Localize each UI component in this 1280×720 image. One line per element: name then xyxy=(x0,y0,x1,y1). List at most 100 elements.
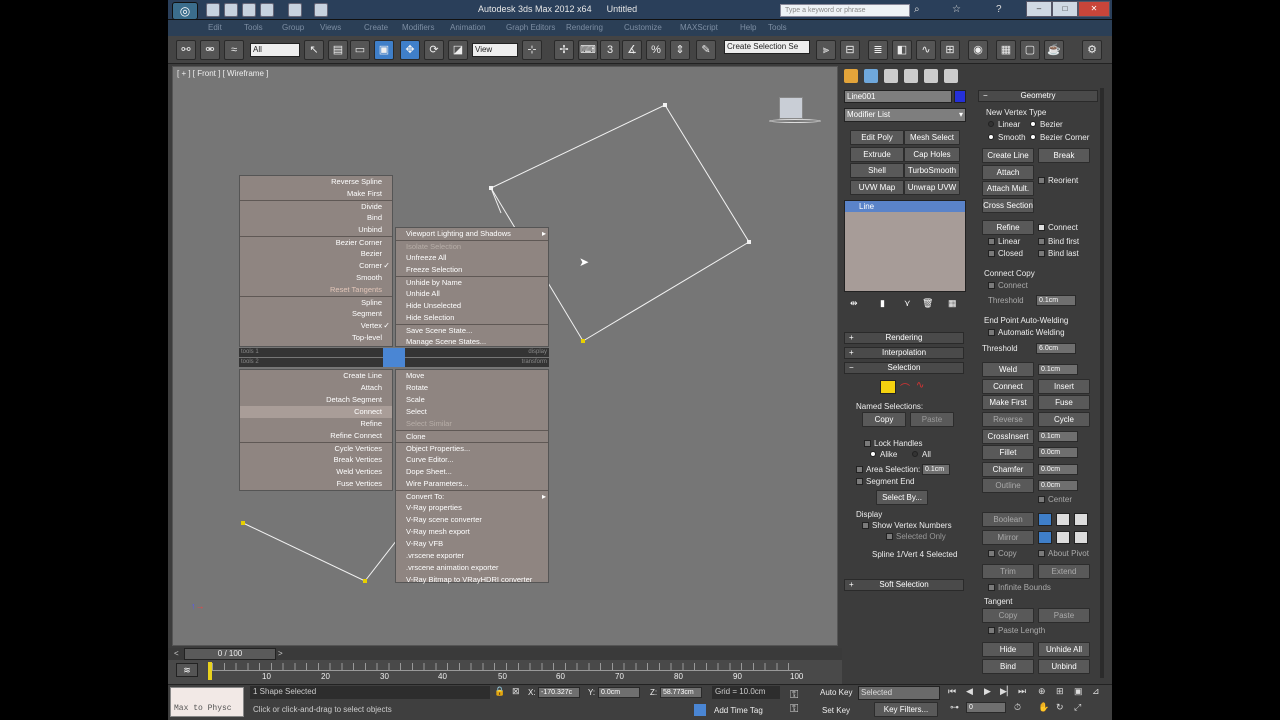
undo-icon[interactable] xyxy=(260,3,274,17)
stack-item-line[interactable]: Line xyxy=(845,201,965,212)
reverse-button[interactable]: Reverse xyxy=(982,412,1034,427)
align-icon[interactable]: ⊟ xyxy=(840,40,860,60)
extend-button[interactable]: Extend xyxy=(1038,564,1090,579)
bind-last-checkbox[interactable] xyxy=(1038,250,1045,257)
mirror-icon[interactable]: ⫸ xyxy=(816,40,836,60)
time-slider-thumb[interactable]: 0 / 100 xyxy=(184,648,276,660)
key-target-dropdown[interactable]: Selected xyxy=(858,686,940,700)
new-file-icon[interactable] xyxy=(206,3,220,17)
remove-modifier-icon[interactable]: 🗑 xyxy=(922,298,933,309)
quad-tools1-item[interactable]: Divide xyxy=(240,200,392,212)
previous-frame-icon[interactable]: ◀ xyxy=(966,686,973,697)
add-time-tag-label[interactable]: Add Time Tag xyxy=(714,706,763,715)
make-unique-icon[interactable]: ⋎ xyxy=(904,298,911,309)
create-tab-icon[interactable] xyxy=(844,69,858,83)
absolute-mode-icon[interactable]: ⊠ xyxy=(512,686,520,697)
maximize-button[interactable]: □ xyxy=(1052,1,1078,17)
auto-key-label[interactable]: Auto Key xyxy=(820,688,852,697)
rect-selection-icon[interactable]: ▭ xyxy=(350,40,370,60)
edit-poly-button[interactable]: Edit Poly xyxy=(850,130,904,145)
close-button[interactable]: ✕ xyxy=(1078,1,1110,17)
modifier-stack[interactable]: Line xyxy=(844,200,966,292)
set-key-icon[interactable]: ⚿ xyxy=(790,703,798,716)
fillet-spinner[interactable]: 0.0cm xyxy=(1038,447,1078,458)
about-pivot-checkbox[interactable] xyxy=(1038,550,1045,557)
crossinsert-button[interactable]: CrossInsert xyxy=(982,429,1034,444)
cycle-button[interactable]: Cycle xyxy=(1038,412,1090,427)
quad-tools2-item[interactable]: Refine xyxy=(240,418,392,430)
menu-edit[interactable]: Edit xyxy=(208,23,222,32)
quad-tools1-item[interactable]: Reverse Spline xyxy=(240,176,392,188)
crossinsert-spinner[interactable]: 0.1cm xyxy=(1038,431,1078,442)
angle-snap-icon[interactable]: ∡ xyxy=(622,40,642,60)
infinite-bounds-checkbox[interactable] xyxy=(988,584,995,591)
select-manipulate-icon[interactable]: ✢ xyxy=(554,40,574,60)
motion-tab-icon[interactable] xyxy=(904,69,918,83)
menu-help[interactable]: Help xyxy=(740,23,756,32)
mirror-horizontal-icon[interactable] xyxy=(1038,531,1052,544)
quad-tools1-item[interactable]: Bezier Corner xyxy=(240,236,392,248)
bind-button[interactable]: Bind xyxy=(982,659,1034,674)
tangent-copy-button[interactable]: Copy xyxy=(982,608,1034,623)
uvw-map-button[interactable]: UVW Map xyxy=(850,180,904,195)
reorient-checkbox[interactable] xyxy=(1038,177,1045,184)
spinner-snap-icon[interactable]: ⇕ xyxy=(670,40,690,60)
menu-views[interactable]: Views xyxy=(320,23,341,32)
render-iterative-icon[interactable]: ⚙ xyxy=(1082,40,1102,60)
quad-tools1-item[interactable]: Vertex ✓ xyxy=(240,320,392,332)
quad-tools1-item[interactable]: Top-level xyxy=(240,332,392,344)
refine-closed-checkbox[interactable] xyxy=(988,250,995,257)
weld-button[interactable]: Weld xyxy=(982,362,1034,377)
bind-spacewarp-icon[interactable]: ≈ xyxy=(224,40,244,60)
front-viewport[interactable]: [ + ] [ Front ] [ Wireframe ] ↑→ ➤ Rever… xyxy=(172,66,838,646)
set-key-label[interactable]: Set Key xyxy=(822,706,850,715)
quad-tools2-item[interactable]: Break Vertices xyxy=(240,454,392,466)
automatic-welding-checkbox[interactable] xyxy=(988,329,995,336)
menu-maxscript[interactable]: MAXScript xyxy=(680,23,718,32)
interpolation-rollout[interactable]: + Interpolation xyxy=(844,347,964,359)
display-tab-icon[interactable] xyxy=(924,69,938,83)
create-line-button[interactable]: Create Line xyxy=(982,148,1034,163)
boolean-intersect-icon[interactable] xyxy=(1074,513,1088,526)
quad-transform-item[interactable]: V-Ray VFB xyxy=(396,538,548,550)
outline-spinner[interactable]: 0.0cm xyxy=(1038,480,1078,491)
time-config-icon[interactable]: ⏱ xyxy=(1014,702,1021,713)
tangent-paste-button[interactable]: Paste xyxy=(1038,608,1090,623)
fuse-button[interactable]: Fuse xyxy=(1038,395,1090,410)
menu-graph-editors[interactable]: Graph Editors xyxy=(506,23,555,32)
pivot-center-icon[interactable]: ⊹ xyxy=(522,40,542,60)
app-logo-icon[interactable]: ◎ xyxy=(172,2,198,20)
quad-tools1-item[interactable]: Unbind xyxy=(240,224,392,236)
mirror-both-icon[interactable] xyxy=(1074,531,1088,544)
show-vertex-numbers-checkbox[interactable] xyxy=(862,522,869,529)
selected-only-checkbox[interactable] xyxy=(886,533,893,540)
mini-curve-editor-icon[interactable]: ≋ xyxy=(176,663,198,677)
quad-tools1-item[interactable]: Spline xyxy=(240,296,392,308)
shell-button[interactable]: Shell xyxy=(850,163,904,178)
redo-icon[interactable] xyxy=(288,3,302,17)
extrude-button[interactable]: Extrude xyxy=(850,147,904,162)
refine-button[interactable]: Refine xyxy=(982,220,1034,235)
named-copy-button[interactable]: Copy xyxy=(862,412,906,427)
object-color-swatch[interactable] xyxy=(954,90,966,103)
quad-tools1-item[interactable]: Segment xyxy=(240,308,392,320)
menu-animation[interactable]: Animation xyxy=(450,23,486,32)
cap-holes-button[interactable]: Cap Holes xyxy=(904,147,960,162)
turbosmooth-button[interactable]: TurboSmooth xyxy=(904,163,960,178)
graphite-tools-icon[interactable]: ◧ xyxy=(892,40,912,60)
smooth-radio[interactable] xyxy=(988,134,994,140)
y-coordinate-field[interactable]: 0.0cm xyxy=(598,687,640,698)
threshold2-spinner[interactable]: 6.0cm xyxy=(1036,343,1076,354)
layer-manager-icon[interactable]: ≣ xyxy=(868,40,888,60)
minimize-button[interactable]: – xyxy=(1026,1,1052,17)
rendering-rollout[interactable]: + Rendering xyxy=(844,332,964,344)
mirror-vertical-icon[interactable] xyxy=(1056,531,1070,544)
quad-display-item[interactable]: Unfreeze All xyxy=(396,252,548,264)
time-slider[interactable]: < 0 / 100 > xyxy=(168,648,842,660)
quad-tools2-item[interactable]: Refine Connect xyxy=(240,430,392,442)
quad-transform-item[interactable]: Convert To: ▸ xyxy=(396,490,548,502)
viewcube-icon[interactable] xyxy=(779,97,803,119)
track-bar[interactable]: ≋ 10 20 30 40 50 60 70 80 90 100 xyxy=(168,660,842,684)
quad-tools1-item[interactable]: Bind xyxy=(240,212,392,224)
current-frame-field[interactable]: 0 xyxy=(966,702,1006,713)
